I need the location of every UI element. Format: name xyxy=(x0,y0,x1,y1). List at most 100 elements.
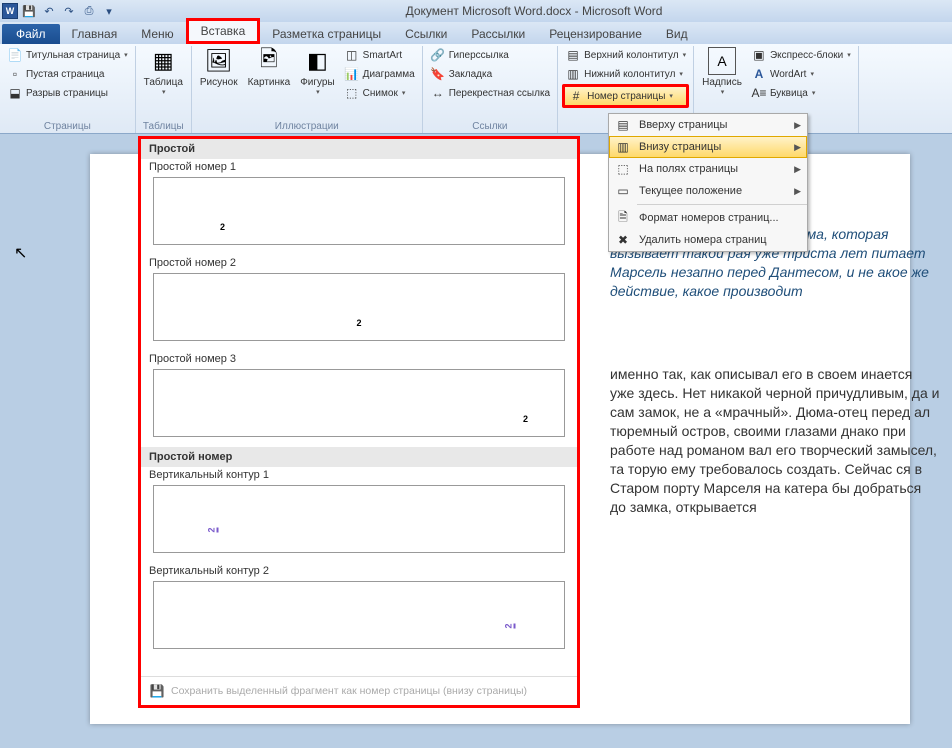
tab-layout[interactable]: Разметка страницы xyxy=(260,24,393,44)
margins-icon: ⬚ xyxy=(615,161,631,177)
gallery-item-vert1-title: Вертикальный контур 1 xyxy=(141,467,577,483)
header-button[interactable]: ▤Верхний колонтитул▾ xyxy=(562,46,689,64)
page-number-dropdown: ▤Вверху страницы▶ ▥Внизу страницы▶ ⬚На п… xyxy=(608,113,808,252)
save-icon[interactable]: 💾 xyxy=(20,2,38,20)
save-fragment-icon: 💾 xyxy=(149,683,165,699)
wordart-icon: A xyxy=(751,66,767,82)
smartart-button[interactable]: ◫SmartArt xyxy=(341,46,418,64)
gallery-header-simple: Простой xyxy=(141,139,577,159)
chart-button[interactable]: 📊Диаграмма xyxy=(341,65,418,83)
hyperlink-button[interactable]: 🔗Гиперссылка xyxy=(427,46,553,64)
tab-file[interactable]: Файл xyxy=(2,24,60,44)
group-label-pages: Страницы xyxy=(4,120,131,133)
title-page-button[interactable]: 📄Титульная страница▾ xyxy=(4,46,131,64)
bookmark-icon: 🔖 xyxy=(430,66,446,82)
quickparts-icon: ▣ xyxy=(751,47,767,63)
gallery-item-2-title: Простой номер 2 xyxy=(141,255,577,271)
chart-icon: 📊 xyxy=(344,66,360,82)
group-label-links: Ссылки xyxy=(427,120,553,133)
gallery-header-section2: Простой номер xyxy=(141,447,577,467)
smartart-icon: ◫ xyxy=(344,47,360,63)
document-text-body: именно так, как описывал его в своем ина… xyxy=(610,365,940,517)
group-illustrations: 🖼Рисунок 🖻Картинка ◧Фигуры▾ ◫SmartArt 📊Д… xyxy=(192,46,423,133)
tab-mailings[interactable]: Рассылки xyxy=(459,24,537,44)
bookmark-button[interactable]: 🔖Закладка xyxy=(427,65,553,83)
tab-view[interactable]: Вид xyxy=(654,24,700,44)
window-title: Документ Microsoft Word.docx - Microsoft… xyxy=(118,4,950,18)
ribbon-tabs: Файл Главная Меню Вставка Разметка стран… xyxy=(0,22,952,44)
tab-home[interactable]: Главная xyxy=(60,24,130,44)
dd-bottom-of-page[interactable]: ▥Внизу страницы▶ xyxy=(609,136,807,158)
picture-icon: 🖼 xyxy=(205,47,233,75)
textbox-icon: A xyxy=(708,47,736,75)
top-page-icon: ▤ xyxy=(615,117,631,133)
dd-current-position[interactable]: ▭Текущее положение▶ xyxy=(609,180,807,202)
gallery-item-2[interactable]: 2 xyxy=(153,273,565,341)
tab-review[interactable]: Рецензирование xyxy=(537,24,654,44)
undo-icon[interactable]: ↶ xyxy=(40,2,58,20)
quick-access-toolbar: 💾 ↶ ↷ ⎙ ▾ xyxy=(20,2,118,20)
footer-button[interactable]: ▥Нижний колонтитул▾ xyxy=(562,65,689,83)
shapes-icon: ◧ xyxy=(303,47,331,75)
blank-page-button[interactable]: ▫Пустая страница xyxy=(4,65,131,83)
clipart-button[interactable]: 🖻Картинка xyxy=(244,46,295,89)
page-break-icon: ⬓ xyxy=(7,85,23,101)
gallery-item-3-title: Простой номер 3 xyxy=(141,351,577,367)
dd-separator xyxy=(637,204,807,205)
redo-icon[interactable]: ↷ xyxy=(60,2,78,20)
gallery-footer: 💾 Сохранить выделенный фрагмент как номе… xyxy=(141,676,577,705)
gallery-item-vert2[interactable]: 2 xyxy=(153,581,565,649)
table-icon: ▦ xyxy=(149,47,177,75)
titlebar: W 💾 ↶ ↷ ⎙ ▾ Документ Microsoft Word.docx… xyxy=(0,0,952,22)
title-page-icon: 📄 xyxy=(7,47,23,63)
gallery-item-1[interactable]: 2 xyxy=(153,177,565,245)
gallery-item-1-title: Простой номер 1 xyxy=(141,159,577,175)
crossref-icon: ↔ xyxy=(430,85,446,101)
page-number-button[interactable]: #Номер страницы▾ xyxy=(562,84,689,108)
hyperlink-icon: 🔗 xyxy=(430,47,446,63)
header-icon: ▤ xyxy=(565,47,581,63)
bottom-page-icon: ▥ xyxy=(615,139,631,155)
format-icon: 🗎 xyxy=(615,210,631,226)
page-number-icon: # xyxy=(568,88,584,104)
quickparts-button[interactable]: ▣Экспресс-блоки▾ xyxy=(748,46,854,64)
ribbon: 📄Титульная страница▾ ▫Пустая страница ⬓Р… xyxy=(0,44,952,134)
remove-icon: ✖ xyxy=(615,232,631,248)
word-icon: W xyxy=(2,3,18,19)
gallery-item-vert2-title: Вертикальный контур 2 xyxy=(141,563,577,579)
current-pos-icon: ▭ xyxy=(615,183,631,199)
group-label-illustrations: Иллюстрации xyxy=(196,120,418,133)
footer-icon: ▥ xyxy=(565,66,581,82)
blank-page-icon: ▫ xyxy=(7,66,23,82)
picture-button[interactable]: 🖼Рисунок xyxy=(196,46,242,89)
crossref-button[interactable]: ↔Перекрестная ссылка xyxy=(427,84,553,102)
wordart-button[interactable]: AWordArt▾ xyxy=(748,65,854,83)
dd-format-numbers[interactable]: 🗎Формат номеров страниц... xyxy=(609,207,807,229)
shapes-button[interactable]: ◧Фигуры▾ xyxy=(296,46,338,97)
clipart-icon: 🖻 xyxy=(255,47,283,75)
dropcap-button[interactable]: A≡Буквица▾ xyxy=(748,84,854,102)
tab-references[interactable]: Ссылки xyxy=(393,24,459,44)
dd-remove-numbers[interactable]: ✖Удалить номера страниц xyxy=(609,229,807,251)
group-label-tables: Таблицы xyxy=(140,120,187,133)
gallery-item-vert1[interactable]: 2 xyxy=(153,485,565,553)
screenshot-icon: ⬚ xyxy=(344,85,360,101)
dd-page-margins[interactable]: ⬚На полях страницы▶ xyxy=(609,158,807,180)
print-icon[interactable]: ⎙ xyxy=(80,2,98,20)
gallery-item-3[interactable]: 2 xyxy=(153,369,565,437)
table-button[interactable]: ▦ Таблица▾ xyxy=(140,46,187,97)
qat-dropdown-icon[interactable]: ▾ xyxy=(100,2,118,20)
group-tables: ▦ Таблица▾ Таблицы xyxy=(136,46,192,133)
dd-top-of-page[interactable]: ▤Вверху страницы▶ xyxy=(609,114,807,136)
textbox-button[interactable]: AНадпись▾ xyxy=(698,46,746,97)
tab-insert[interactable]: Вставка xyxy=(186,18,261,44)
group-links: 🔗Гиперссылка 🔖Закладка ↔Перекрестная ссы… xyxy=(423,46,558,133)
tab-menu[interactable]: Меню xyxy=(129,24,185,44)
gallery-footer-text: Сохранить выделенный фрагмент как номер … xyxy=(171,685,527,697)
page-break-button[interactable]: ⬓Разрыв страницы xyxy=(4,84,131,102)
mouse-cursor-icon: ↖ xyxy=(14,243,27,263)
screenshot-button[interactable]: ⬚Снимок▾ xyxy=(341,84,418,102)
page-number-gallery: Простой Простой номер 1 2 Простой номер … xyxy=(138,136,580,708)
group-pages: 📄Титульная страница▾ ▫Пустая страница ⬓Р… xyxy=(0,46,136,133)
dropcap-icon: A≡ xyxy=(751,85,767,101)
